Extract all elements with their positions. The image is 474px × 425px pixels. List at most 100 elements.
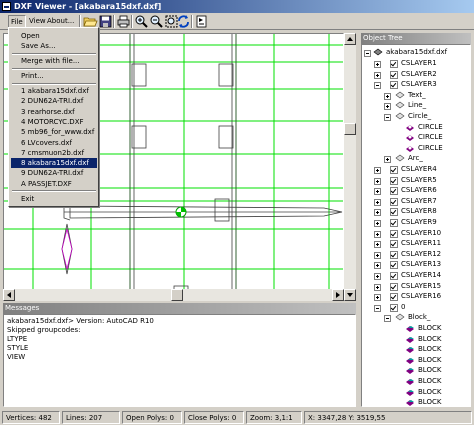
horizontal-scrollbar[interactable] bbox=[3, 289, 344, 301]
tree-layer-row[interactable]: CSLAYER1 bbox=[362, 58, 470, 69]
expand-icon[interactable] bbox=[374, 198, 381, 206]
layer-visibility-checkbox[interactable] bbox=[390, 208, 398, 217]
vertical-scrollbar[interactable] bbox=[344, 33, 356, 301]
tree-root[interactable]: akabara15dxf.dxf bbox=[362, 47, 470, 58]
tree-node-row[interactable]: Arc_ bbox=[362, 153, 470, 164]
layer-visibility-checkbox[interactable] bbox=[390, 166, 398, 174]
menu-merge[interactable]: Merge with file... bbox=[11, 56, 97, 66]
tree-node-row[interactable]: BLOCK bbox=[362, 323, 470, 334]
zoom-in-icon[interactable] bbox=[134, 14, 149, 29]
zoom-out-icon[interactable] bbox=[149, 14, 164, 29]
layer-visibility-checkbox[interactable] bbox=[390, 240, 398, 249]
tree-layer-row[interactable]: CSLAYER4 bbox=[362, 164, 470, 175]
tree-layer-row[interactable]: CSLAYER8 bbox=[362, 206, 470, 217]
menu-open[interactable]: Open bbox=[11, 31, 97, 41]
menu-print[interactable]: Print... bbox=[11, 71, 97, 81]
recent-file-item[interactable]: 2 DUN62A-TRI.dxf bbox=[11, 96, 97, 106]
tree-node-row[interactable]: BLOCK bbox=[362, 365, 470, 376]
tree-node-row[interactable]: BLOCK bbox=[362, 397, 470, 406]
tree-layer-row[interactable]: CSLAYER13 bbox=[362, 259, 470, 270]
expand-icon[interactable] bbox=[384, 92, 391, 100]
print-icon[interactable] bbox=[116, 14, 131, 29]
save-icon[interactable] bbox=[98, 14, 113, 29]
expand-icon[interactable] bbox=[374, 61, 381, 68]
tree-layer-row[interactable]: CSLAYER6 bbox=[362, 185, 470, 196]
layer-visibility-checkbox[interactable] bbox=[390, 261, 398, 270]
recent-file-item[interactable]: 4 MOTORCYC.DXF bbox=[11, 117, 97, 127]
layer-visibility-checkbox[interactable] bbox=[390, 303, 398, 312]
expand-icon[interactable] bbox=[374, 273, 381, 280]
tree-layer-row[interactable]: CSLAYER3 bbox=[362, 79, 470, 90]
layer-visibility-checkbox[interactable] bbox=[390, 187, 398, 196]
app-icon[interactable] bbox=[2, 2, 11, 11]
tree-node-row[interactable]: CIRCLE bbox=[362, 132, 470, 143]
scroll-right-button[interactable] bbox=[332, 289, 344, 301]
collapse-icon[interactable] bbox=[374, 82, 381, 90]
tree-node-row[interactable]: CIRCLE bbox=[362, 143, 470, 154]
recent-file-item[interactable]: 5 mb96_for_www.dxf bbox=[11, 127, 97, 137]
tree-layer-row[interactable]: CSLAYER15 bbox=[362, 281, 470, 292]
collapse-icon[interactable] bbox=[364, 50, 371, 57]
tree-layer-row[interactable]: 0 bbox=[362, 302, 470, 313]
recent-file-item[interactable]: 6 LVcovers.dxf bbox=[11, 138, 97, 148]
scroll-up-button[interactable] bbox=[344, 33, 356, 45]
recent-file-item[interactable]: 9 DUN62A-TRI.dxf bbox=[11, 168, 97, 178]
layer-visibility-checkbox[interactable] bbox=[390, 282, 398, 291]
tree-layer-row[interactable]: CSLAYER16 bbox=[362, 291, 470, 302]
layer-icon[interactable] bbox=[194, 14, 209, 29]
expand-icon[interactable] bbox=[374, 294, 381, 302]
redraw-icon[interactable] bbox=[176, 14, 191, 29]
tree-node-row[interactable]: Line_ bbox=[362, 100, 470, 111]
collapse-icon[interactable] bbox=[384, 114, 391, 121]
expand-icon[interactable] bbox=[384, 103, 391, 111]
layer-visibility-checkbox[interactable] bbox=[390, 81, 398, 90]
expand-icon[interactable] bbox=[374, 167, 381, 174]
expand-icon[interactable] bbox=[384, 156, 391, 164]
messages-log[interactable]: akabara15dxf.dxf> Version: AutoCAD R10 S… bbox=[3, 314, 356, 407]
expand-icon[interactable] bbox=[374, 177, 381, 185]
layer-visibility-checkbox[interactable] bbox=[390, 60, 398, 68]
scroll-left-button[interactable] bbox=[3, 289, 15, 301]
expand-icon[interactable] bbox=[374, 230, 381, 238]
layer-visibility-checkbox[interactable] bbox=[390, 70, 398, 79]
tree-layer-row[interactable]: CSLAYER2 bbox=[362, 69, 470, 80]
layer-visibility-checkbox[interactable] bbox=[390, 250, 398, 259]
recent-file-item[interactable]: 7 cmsmuon2b.dxf bbox=[11, 148, 97, 158]
recent-file-item[interactable]: 8 akabara15dxf.dxf bbox=[11, 158, 97, 169]
expand-icon[interactable] bbox=[374, 220, 381, 227]
object-tree[interactable]: akabara15dxf.dxf CSLAYER1 CSLAYER2 CSLAYER… bbox=[361, 44, 471, 407]
layer-visibility-checkbox[interactable] bbox=[390, 219, 398, 227]
tree-node-row[interactable]: CIRCLE bbox=[362, 122, 470, 133]
layer-visibility-checkbox[interactable] bbox=[390, 293, 398, 302]
vertical-scroll-thumb[interactable] bbox=[344, 123, 356, 135]
recent-file-item[interactable]: 1 akabara15dxf.dxf bbox=[11, 86, 97, 96]
tree-node-row[interactable]: BLOCK bbox=[362, 376, 470, 387]
tree-node-row[interactable]: BLOCK bbox=[362, 387, 470, 398]
expand-icon[interactable] bbox=[374, 241, 381, 249]
tree-layer-row[interactable]: CSLAYER5 bbox=[362, 175, 470, 186]
expand-icon[interactable] bbox=[374, 283, 381, 291]
tree-node-row[interactable]: BLOCK bbox=[362, 355, 470, 366]
tree-layer-row[interactable]: CSLAYER11 bbox=[362, 238, 470, 249]
recent-file-item[interactable]: 3 rearhorse.dxf bbox=[11, 107, 97, 117]
tree-node-row[interactable]: Text_ bbox=[362, 90, 470, 101]
layer-visibility-checkbox[interactable] bbox=[390, 197, 398, 206]
collapse-icon[interactable] bbox=[384, 315, 391, 323]
tree-node-row[interactable]: BLOCK bbox=[362, 344, 470, 355]
tree-layer-row[interactable]: CSLAYER10 bbox=[362, 228, 470, 239]
expand-icon[interactable] bbox=[374, 188, 381, 196]
expand-icon[interactable] bbox=[374, 251, 381, 259]
scroll-down-button[interactable] bbox=[344, 289, 356, 301]
recent-file-item[interactable]: A PASSJET.DXF bbox=[11, 179, 97, 189]
layer-visibility-checkbox[interactable] bbox=[390, 229, 398, 238]
tree-layer-row[interactable]: CSLAYER7 bbox=[362, 196, 470, 207]
tree-layer-row[interactable]: CSLAYER9 bbox=[362, 217, 470, 228]
layer-visibility-checkbox[interactable] bbox=[390, 272, 398, 280]
expand-icon[interactable] bbox=[374, 262, 381, 270]
expand-icon[interactable] bbox=[374, 209, 381, 217]
tree-layer-row[interactable]: CSLAYER12 bbox=[362, 249, 470, 260]
menu-save-as[interactable]: Save As... bbox=[11, 41, 97, 51]
collapse-icon[interactable] bbox=[374, 304, 381, 312]
horizontal-scroll-thumb[interactable] bbox=[171, 289, 183, 301]
menu-exit[interactable]: Exit bbox=[11, 194, 97, 204]
